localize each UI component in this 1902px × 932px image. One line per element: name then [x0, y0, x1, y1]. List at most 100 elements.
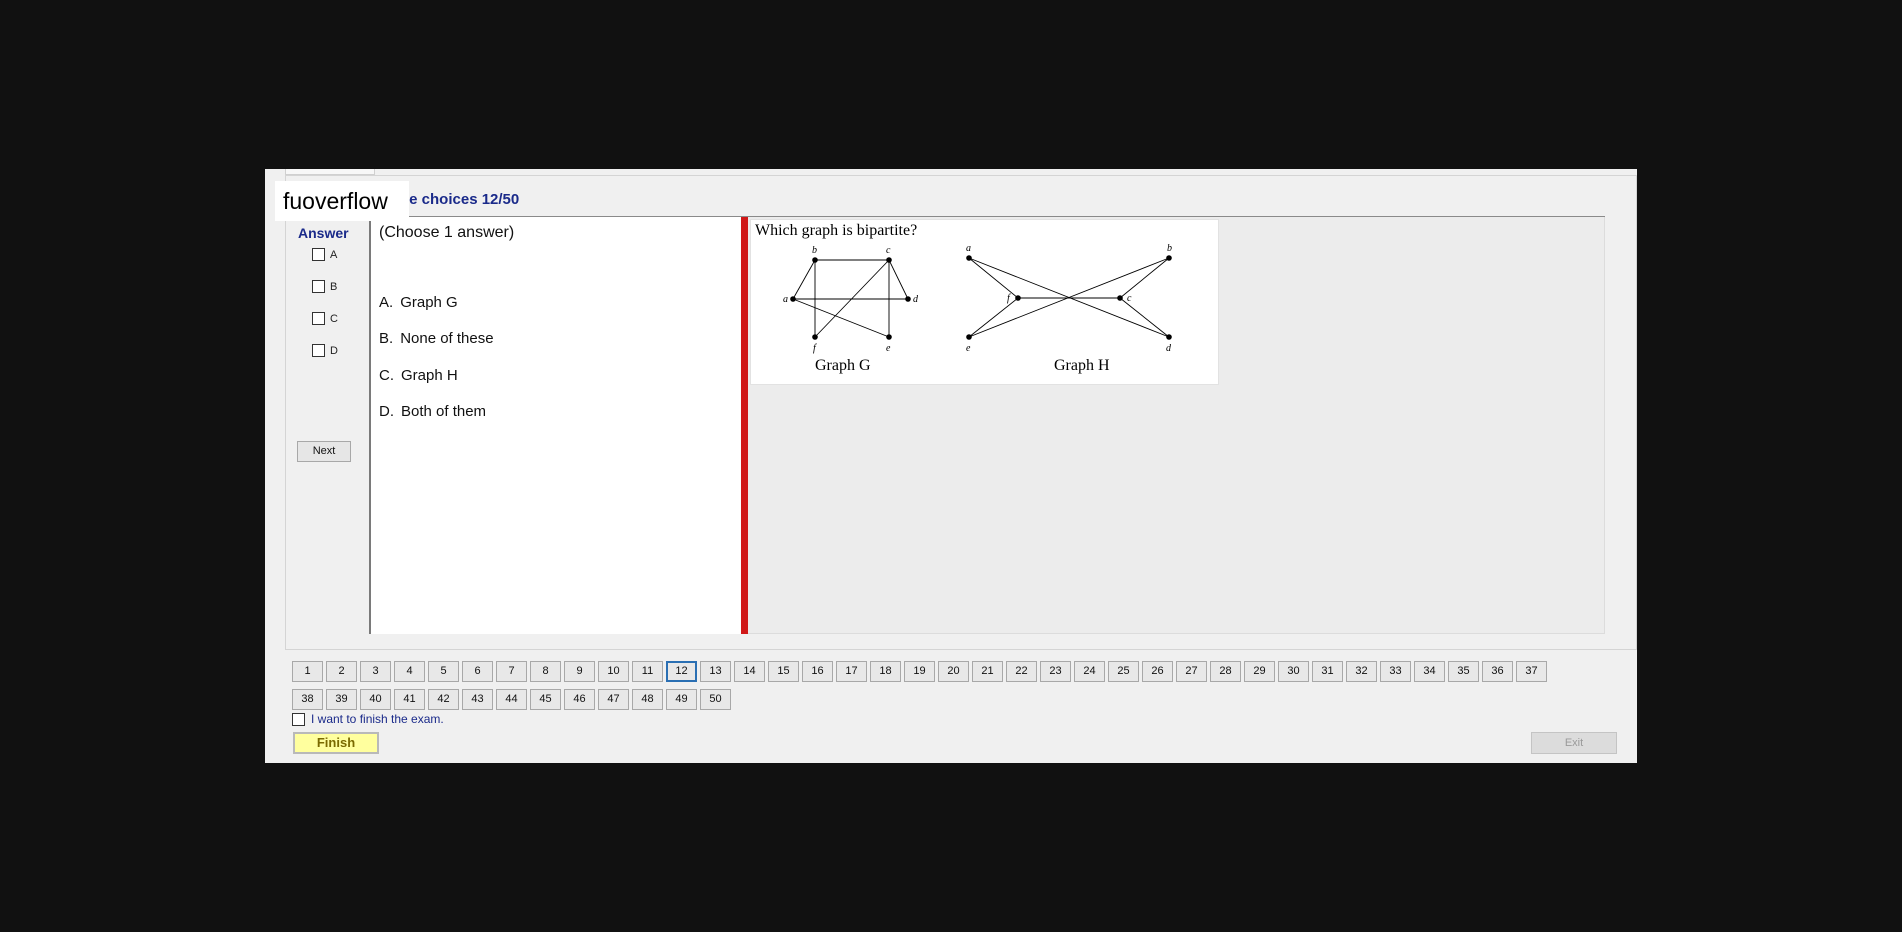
question-nav-button[interactable]: 25 [1108, 661, 1139, 682]
graph-h-vertex-c [1117, 295, 1123, 301]
option-b-checkbox[interactable] [312, 280, 325, 293]
question-nav-button[interactable]: 30 [1278, 661, 1309, 682]
graph-g-edge [814, 259, 890, 338]
question-nav-button[interactable]: 9 [564, 661, 595, 682]
question-nav-button[interactable]: 10 [598, 661, 629, 682]
question-panel: (Choose 1 answer) A. Graph G B. None of th… [369, 217, 746, 634]
question-nav-button[interactable]: 34 [1414, 661, 1445, 682]
option-d[interactable]: D [312, 344, 338, 357]
answer-choice-d: D. Both of them [379, 403, 486, 420]
graph-h [968, 257, 1170, 338]
question-nav-button[interactable]: 28 [1210, 661, 1241, 682]
answer-heading: Answer [298, 225, 349, 241]
question-nav-button[interactable]: 48 [632, 689, 663, 710]
option-d-label: D [330, 344, 338, 357]
question-nav-button[interactable]: 20 [938, 661, 969, 682]
graph-g-label-c: c [886, 245, 891, 256]
question-nav-button[interactable]: 7 [496, 661, 527, 682]
section-title: le choices 12/50 [405, 191, 520, 208]
question-nav-button[interactable]: 44 [496, 689, 527, 710]
graph-h-label-c: c [1127, 293, 1132, 304]
answer-letter: D. [379, 403, 394, 420]
pane-splitter[interactable] [741, 217, 748, 634]
option-d-checkbox[interactable] [312, 344, 325, 357]
graph-h-label-d: d [1166, 343, 1172, 354]
finish-exam-checkbox[interactable] [292, 712, 305, 726]
question-nav-button[interactable]: 6 [462, 661, 493, 682]
question-nav-button[interactable]: 21 [972, 661, 1003, 682]
question-nav-button[interactable]: 50 [700, 689, 731, 710]
graph-g-vertex-f [812, 334, 818, 340]
image-pane: Which graph is bipartite? a b c d e f Gr… [748, 217, 1605, 634]
option-c[interactable]: C [312, 312, 338, 325]
graph-g-vertex-e [886, 334, 892, 340]
question-nav-button[interactable]: 23 [1040, 661, 1071, 682]
question-nav-button[interactable]: 33 [1380, 661, 1411, 682]
option-a-checkbox[interactable] [312, 248, 325, 261]
answer-text: Both of them [401, 403, 487, 420]
question-nav-button[interactable]: 46 [564, 689, 595, 710]
graph-h-vertex-a [966, 255, 972, 261]
question-nav-button[interactable]: 11 [632, 661, 663, 682]
question-nav-button[interactable]: 39 [326, 689, 357, 710]
option-c-label: C [330, 312, 338, 325]
option-c-checkbox[interactable] [312, 312, 325, 325]
question-nav-button[interactable]: 24 [1074, 661, 1105, 682]
option-a[interactable]: A [312, 248, 337, 261]
graph-h-vertex-d [1166, 334, 1172, 340]
question-nav-button[interactable]: 35 [1448, 661, 1479, 682]
question-nav-button[interactable]: 13 [700, 661, 731, 682]
question-nav-button[interactable]: 31 [1312, 661, 1343, 682]
question-nav-button[interactable]: 27 [1176, 661, 1207, 682]
graph-h-caption: Graph H [1054, 357, 1110, 374]
question-nav-button[interactable]: 18 [870, 661, 901, 682]
answer-letter: C. [379, 367, 394, 384]
graph-g [792, 259, 909, 338]
finish-button[interactable]: Finish [293, 732, 379, 754]
question-nav-button[interactable]: 32 [1346, 661, 1377, 682]
question-nav-button[interactable]: 43 [462, 689, 493, 710]
question-nav-button[interactable]: 5 [428, 661, 459, 682]
question-nav-button[interactable]: 17 [836, 661, 867, 682]
answer-text: Graph H [401, 367, 458, 384]
graph-h-edge [968, 297, 1019, 338]
question-nav-button[interactable]: 47 [598, 689, 629, 710]
question-nav-button[interactable]: 37 [1516, 661, 1547, 682]
next-button[interactable]: Next [297, 441, 351, 462]
question-nav-button[interactable]: 16 [802, 661, 833, 682]
question-nav-button[interactable]: 3 [360, 661, 391, 682]
answer-choice-b: B. None of these [379, 330, 494, 347]
answer-letter: A. [379, 294, 394, 311]
graph-g-edge [888, 259, 909, 300]
question-nav-button[interactable]: 49 [666, 689, 697, 710]
question-nav-button[interactable]: 36 [1482, 661, 1513, 682]
question-nav-button[interactable]: 19 [904, 661, 935, 682]
question-nav-button[interactable]: 29 [1244, 661, 1275, 682]
graph-g-edge [792, 259, 816, 300]
question-nav-button[interactable]: 40 [360, 689, 391, 710]
question-nav-button[interactable]: 2 [326, 661, 357, 682]
question-nav-button[interactable]: 14 [734, 661, 765, 682]
answer-instruction: (Choose 1 answer) [379, 224, 515, 241]
question-nav-button[interactable]: 38 [292, 689, 323, 710]
exit-button[interactable]: Exit [1531, 732, 1617, 754]
question-nav-button[interactable]: 1 [292, 661, 323, 682]
question-nav-button[interactable]: 45 [530, 689, 561, 710]
option-b-label: B [330, 280, 338, 293]
option-b[interactable]: B [312, 280, 337, 293]
question-nav-button[interactable]: 41 [394, 689, 425, 710]
finish-exam-check[interactable]: I want to finish the exam. [292, 712, 444, 726]
graph-h-label-f: f [1007, 293, 1011, 304]
graph-g-caption: Graph G [815, 357, 871, 374]
question-nav-button[interactable]: 22 [1006, 661, 1037, 682]
question-nav-button[interactable]: 8 [530, 661, 561, 682]
question-nav-button[interactable]: 15 [768, 661, 799, 682]
graph-h-vertex-b [1166, 255, 1172, 261]
question-nav-button[interactable]: 26 [1142, 661, 1173, 682]
graph-h-label-a: a [966, 243, 971, 254]
question-nav-button[interactable]: 42 [428, 689, 459, 710]
question-image: Which graph is bipartite? a b c d e f Gr… [750, 219, 1219, 385]
graphs-figure: a b c d e f Graph G a b c d e f Graph H [783, 243, 1172, 374]
question-nav-button[interactable]: 12 [666, 661, 697, 682]
question-nav-button[interactable]: 4 [394, 661, 425, 682]
